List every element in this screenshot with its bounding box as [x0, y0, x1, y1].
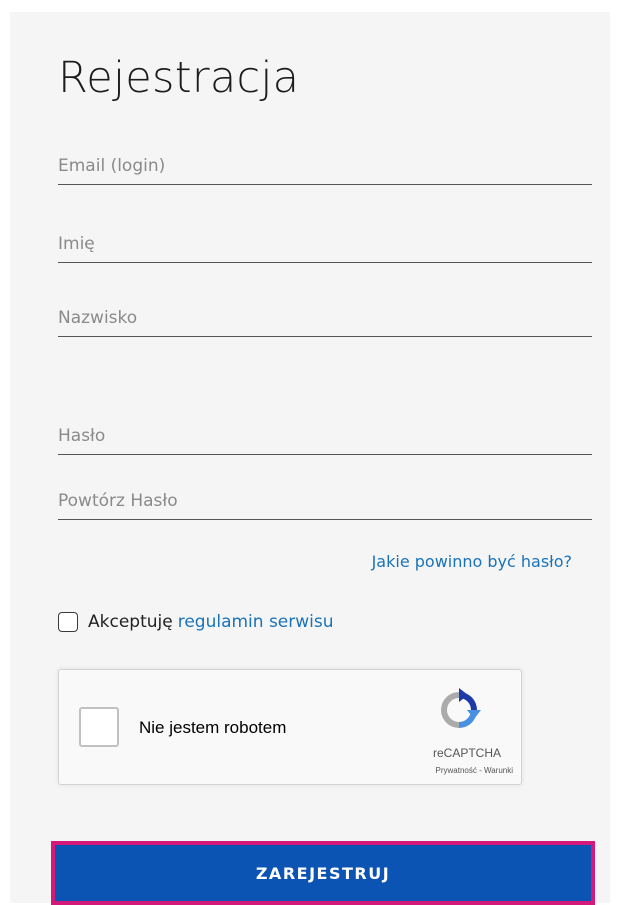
- password-repeat-field-wrapper: [58, 480, 592, 520]
- email-field[interactable]: [58, 145, 592, 185]
- register-button[interactable]: ZAREJESTRUJ: [55, 845, 591, 901]
- password-field[interactable]: [58, 415, 592, 455]
- registration-panel: Rejestracja Jakie powinno być hasło? Akc…: [10, 12, 610, 905]
- recaptcha-brand: reCAPTCHA: [432, 746, 501, 760]
- first-name-field-wrapper: [58, 223, 592, 263]
- last-name-field[interactable]: [58, 297, 592, 337]
- submit-button-highlight: ZAREJESTRUJ: [51, 841, 595, 905]
- last-name-field-wrapper: [58, 297, 592, 337]
- page-title: Rejestracja: [58, 53, 300, 103]
- recaptcha-checkbox[interactable]: [79, 707, 119, 747]
- terms-label: Akceptuję: [88, 612, 173, 632]
- password-field-wrapper: [58, 415, 592, 455]
- email-field-wrapper: [58, 145, 592, 185]
- recaptcha-widget: Nie jestem robotem reCAPTCHA Prywatność …: [58, 669, 522, 785]
- recaptcha-logo-icon: [441, 688, 481, 728]
- recaptcha-legal-links[interactable]: Prywatność - Warunki: [436, 766, 514, 775]
- recaptcha-label: Nie jestem robotem: [139, 718, 287, 737]
- terms-row: Akceptuję regulamin serwisu: [58, 609, 334, 635]
- password-requirements-link[interactable]: Jakie powinno być hasło?: [372, 552, 572, 571]
- first-name-field[interactable]: [58, 223, 592, 263]
- terms-link[interactable]: regulamin serwisu: [178, 612, 334, 632]
- terms-checkbox[interactable]: [58, 612, 78, 632]
- password-repeat-field[interactable]: [58, 480, 592, 520]
